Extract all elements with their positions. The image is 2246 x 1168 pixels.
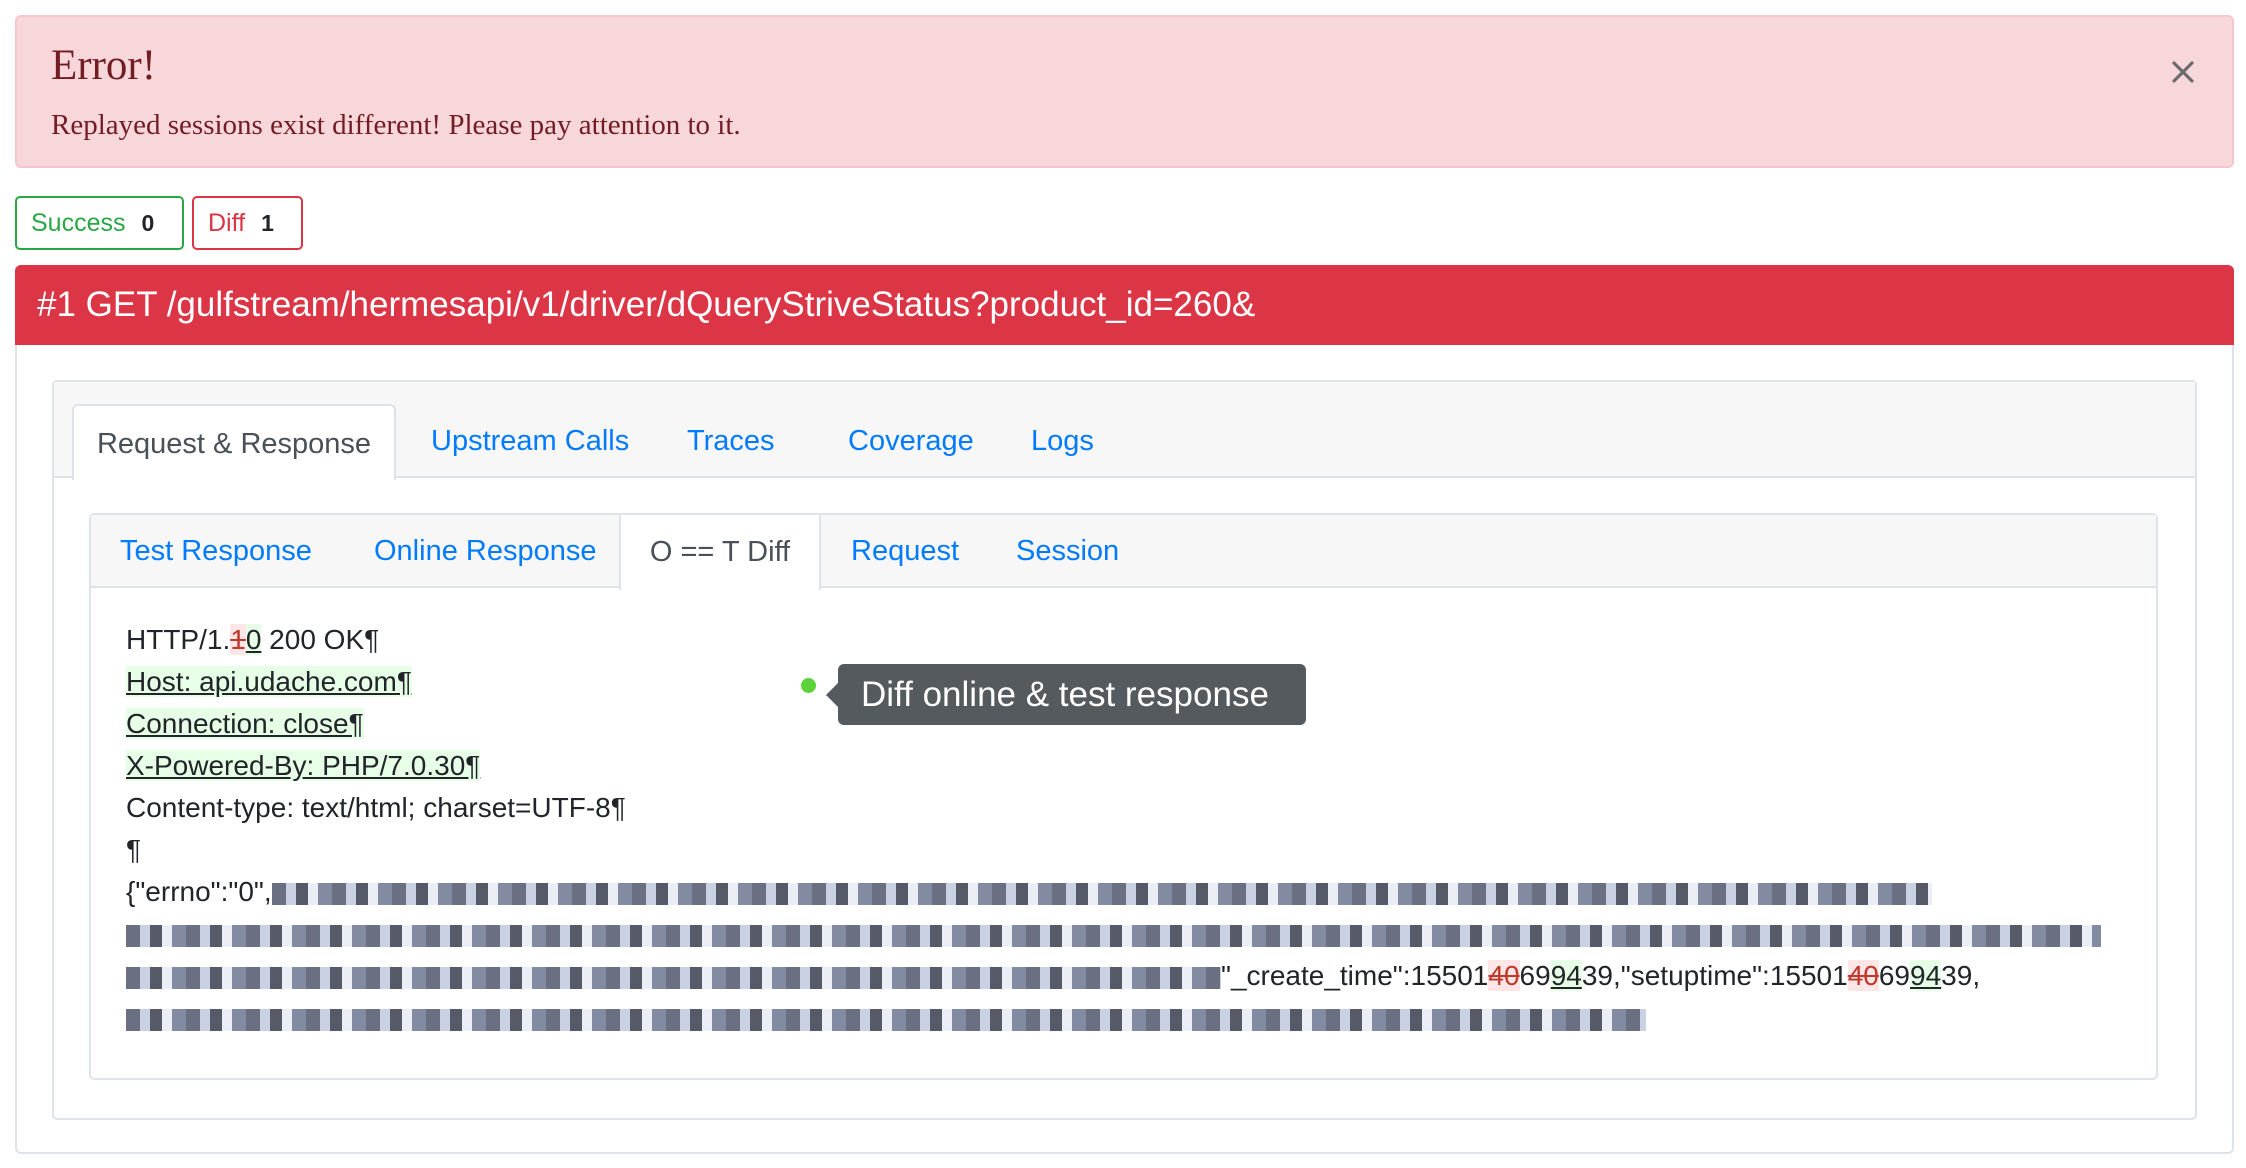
diff-count: 1: [261, 209, 274, 236]
diff-line: HTTP/1.10 200 OK¶: [126, 619, 2116, 661]
diff-tooltip: Diff online & test response: [826, 664, 1306, 725]
diff-text: {"errno":"0",: [126, 876, 272, 907]
diff-line: [126, 997, 2116, 1039]
diff-insertion: Host: api.udache.com¶: [126, 666, 412, 697]
diff-text: Content-type: text/html; charset=UTF-8¶: [126, 792, 626, 823]
diff-deletion: 40: [1847, 960, 1879, 991]
redacted-block: [126, 966, 1221, 989]
tab-test-response[interactable]: Test Response: [120, 535, 312, 568]
redacted-block: [126, 1008, 1646, 1031]
success-count: 0: [141, 209, 155, 236]
success-label: Success: [31, 208, 126, 237]
diff-deletion: 40: [1488, 960, 1520, 991]
diff-deletion: 1: [230, 624, 246, 655]
diff-line: "_create_time":1550140699439,"setuptime"…: [126, 955, 2116, 997]
diff-text: 39,"setuptime":15501: [1581, 960, 1848, 991]
tab-session[interactable]: Session: [1016, 535, 1119, 568]
diff-text: 39,: [1941, 960, 1981, 991]
tab-traces[interactable]: Traces: [687, 425, 775, 458]
inner-tab-panel: Test Response Online Response O == T Dif…: [89, 513, 2158, 1080]
outer-tab-panel: Request & Response Upstream Calls Traces…: [52, 380, 2197, 1120]
tab-logs[interactable]: Logs: [1031, 425, 1094, 458]
tooltip-anchor-dot: [801, 678, 816, 693]
outer-tab-bar: Request & Response Upstream Calls Traces…: [54, 382, 2195, 480]
diff-text: 69: [1878, 960, 1911, 991]
tab-diff[interactable]: O == T Diff: [619, 515, 821, 590]
close-icon[interactable]: [2168, 57, 2198, 87]
diff-text: 69: [1519, 960, 1551, 991]
diff-label: Diff: [208, 208, 246, 237]
diff-insertion: 94: [1550, 960, 1582, 991]
diff-insertion: X-Powered-By: PHP/7.0.30¶: [126, 750, 481, 781]
redacted-block: [126, 924, 2101, 947]
session-header[interactable]: #1 GET /gulfstream/hermesapi/v1/driver/d…: [15, 265, 2234, 345]
diff-text: ¶: [126, 834, 142, 865]
alert-title: Error!: [51, 42, 157, 89]
diff-line: [126, 913, 2116, 955]
diff-insertion: 0: [245, 624, 262, 655]
tab-upstream-calls[interactable]: Upstream Calls: [431, 425, 629, 458]
diff-line: X-Powered-By: PHP/7.0.30¶: [126, 745, 2116, 787]
diff-text: "_create_time":15501: [1221, 960, 1489, 991]
diff-line: ¶: [126, 829, 2116, 871]
tab-request-response[interactable]: Request & Response: [72, 404, 396, 480]
diff-text: 200 OK¶: [261, 624, 380, 655]
redacted-block: [271, 882, 1932, 905]
diff-insertion: Connection: close¶: [126, 708, 364, 739]
diff-line: Content-type: text/html; charset=UTF-8¶: [126, 787, 2116, 829]
success-filter-button[interactable]: Success 0: [15, 196, 184, 250]
diff-insertion: 94: [1910, 960, 1942, 991]
diff-line: {"errno":"0",: [126, 871, 2116, 913]
tab-coverage[interactable]: Coverage: [848, 425, 974, 458]
diff-filter-button[interactable]: Diff 1: [192, 196, 303, 250]
diff-text: HTTP/1.: [126, 624, 231, 655]
tab-online-response[interactable]: Online Response: [374, 535, 596, 568]
inner-tab-bar: Test Response Online Response O == T Dif…: [91, 515, 2156, 590]
error-alert: Error! Replayed sessions exist different…: [15, 15, 2234, 168]
tab-request[interactable]: Request: [851, 535, 959, 568]
alert-message: Replayed sessions exist different! Pleas…: [51, 109, 741, 141]
